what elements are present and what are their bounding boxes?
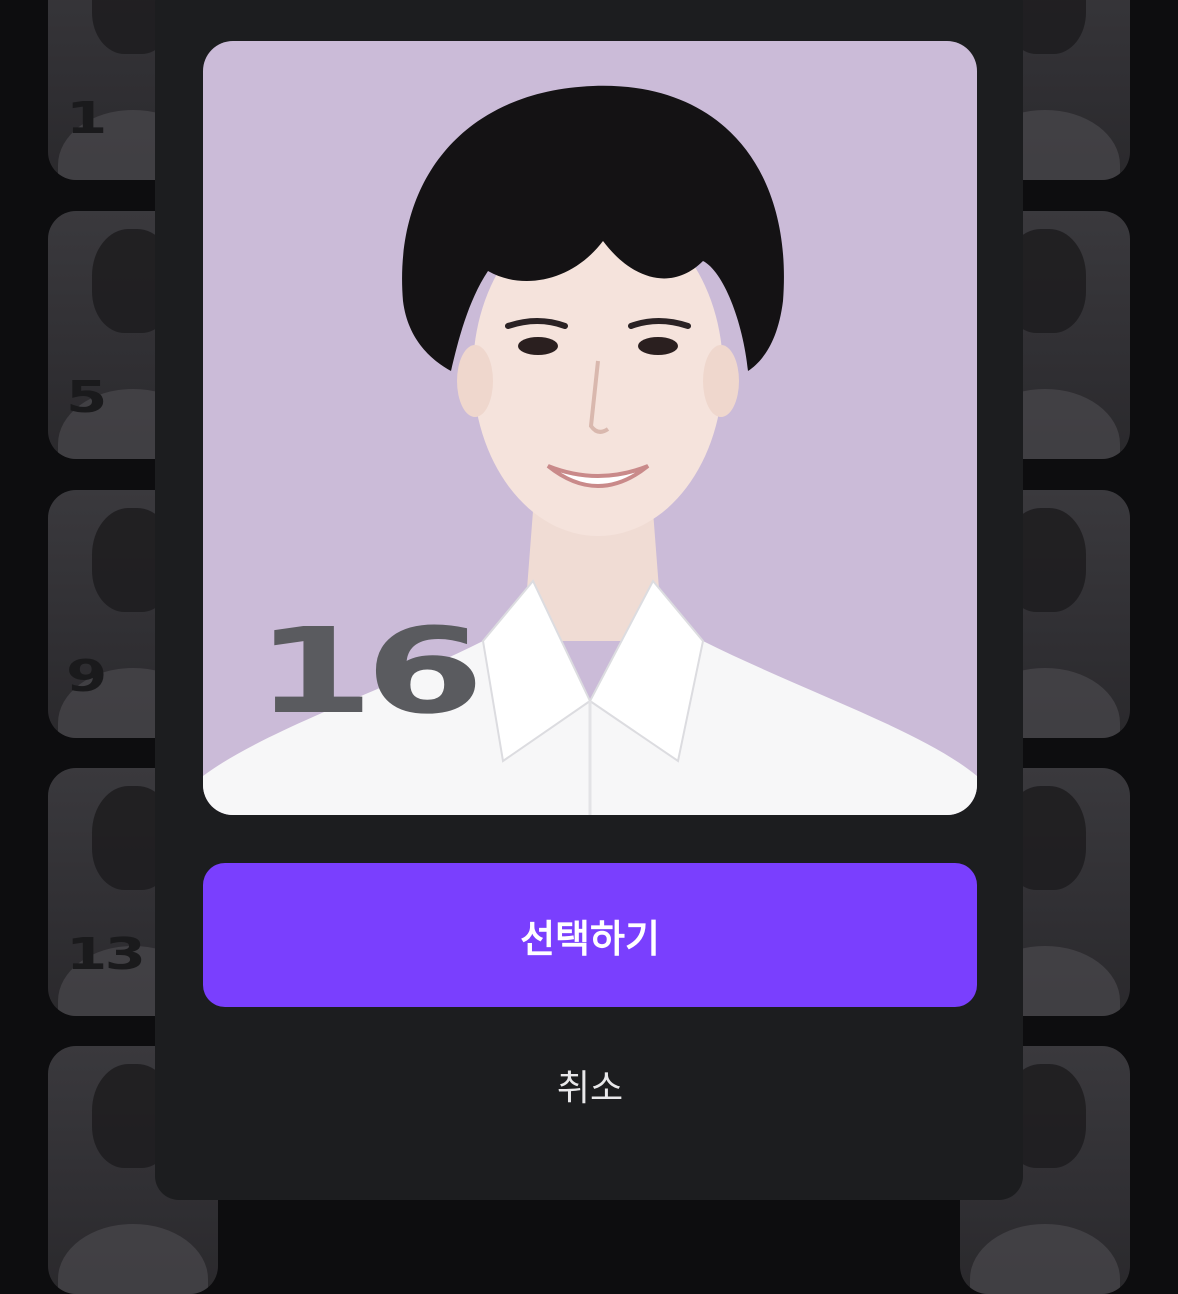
portrait-shoulders — [58, 1224, 208, 1294]
card-number: 1 — [66, 93, 107, 144]
card-number: 13 — [66, 929, 146, 980]
selected-number-label: 16 — [255, 602, 484, 740]
portrait-shoulders — [970, 1224, 1120, 1294]
card-number: 5 — [66, 372, 107, 423]
select-button[interactable]: 선택하기 — [203, 863, 977, 1007]
cancel-button[interactable]: 취소 — [490, 1050, 690, 1120]
card-number: 9 — [66, 651, 107, 702]
